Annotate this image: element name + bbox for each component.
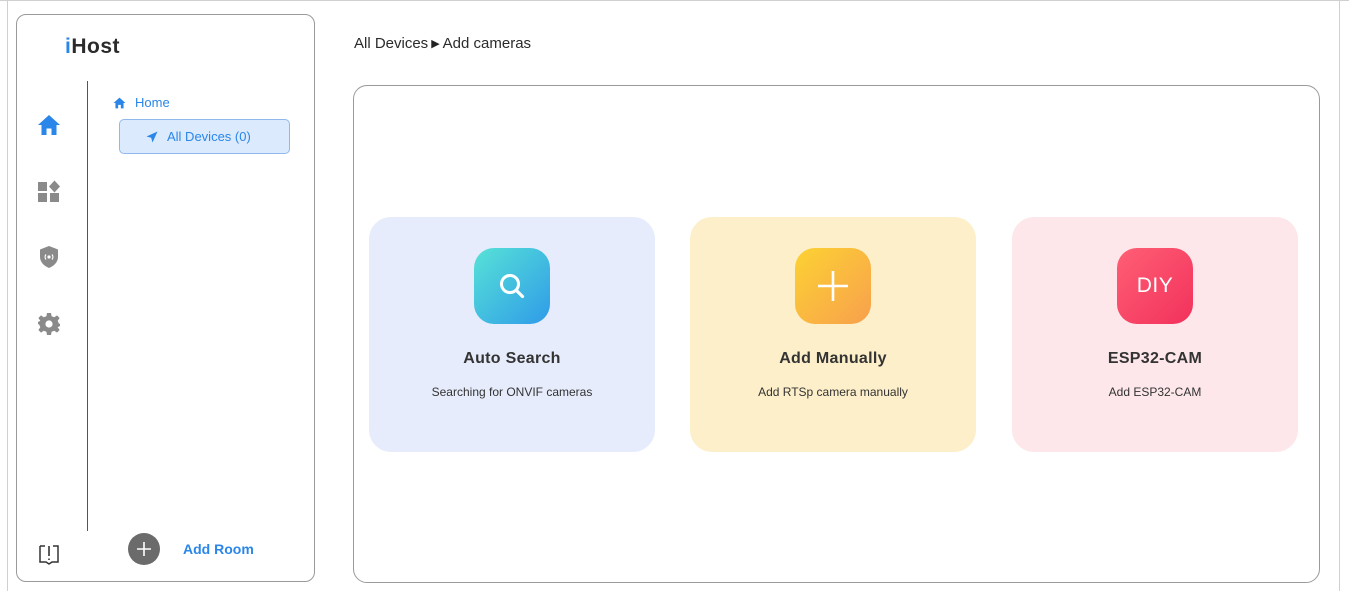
home-small-icon xyxy=(113,97,126,108)
diy-icon: DIY xyxy=(1117,248,1193,324)
settings-gear-icon[interactable] xyxy=(37,312,61,336)
esp32-cam-card[interactable]: DIY ESP32-CAM Add ESP32-CAM xyxy=(1012,217,1298,452)
breadcrumb: All Devices ▶ Add cameras xyxy=(354,35,531,52)
frame-right-line xyxy=(1339,0,1340,591)
esp32-cam-subtitle: Add ESP32-CAM xyxy=(1108,385,1202,399)
sidebar-divider xyxy=(87,81,88,531)
breadcrumb-current: Add cameras xyxy=(442,35,532,52)
search-icon xyxy=(474,248,550,324)
frame-left-line xyxy=(7,0,8,591)
add-manually-subtitle: Add RTSp camera manually xyxy=(758,385,908,399)
tree-home-item[interactable]: Home xyxy=(113,95,170,110)
frame-top-line xyxy=(0,0,1349,1)
tree-home-label: Home xyxy=(135,95,170,110)
breadcrumb-separator-icon: ▶ xyxy=(431,38,440,50)
icon-rail xyxy=(17,15,87,581)
dashboard-icon[interactable] xyxy=(37,180,61,204)
add-room-label: Add Room xyxy=(183,541,254,557)
tree-all-devices-item[interactable]: All Devices (0) xyxy=(119,119,290,154)
esp32-cam-title: ESP32-CAM xyxy=(1107,350,1203,367)
add-manually-card[interactable]: Add Manually Add RTSp camera manually xyxy=(690,217,976,452)
location-arrow-icon xyxy=(146,131,158,142)
add-room-plus-icon xyxy=(128,533,160,565)
tree-all-devices-label: All Devices (0) xyxy=(167,129,251,144)
auto-search-card[interactable]: Auto Search Searching for ONVIF cameras xyxy=(369,217,655,452)
plus-icon xyxy=(795,248,871,324)
sidebar: iHost Home All Devices (0) Add Room xyxy=(16,14,315,582)
add-cameras-panel: Auto Search Searching for ONVIF cameras … xyxy=(353,85,1320,583)
home-icon[interactable] xyxy=(37,113,61,137)
security-shield-icon[interactable] xyxy=(37,245,61,269)
book-guide-icon[interactable] xyxy=(37,542,61,566)
add-manually-title: Add Manually xyxy=(779,350,887,367)
add-room-button[interactable]: Add Room xyxy=(128,533,254,565)
breadcrumb-parent[interactable]: All Devices xyxy=(354,35,428,52)
auto-search-title: Auto Search xyxy=(463,350,561,367)
auto-search-subtitle: Searching for ONVIF cameras xyxy=(431,385,593,399)
